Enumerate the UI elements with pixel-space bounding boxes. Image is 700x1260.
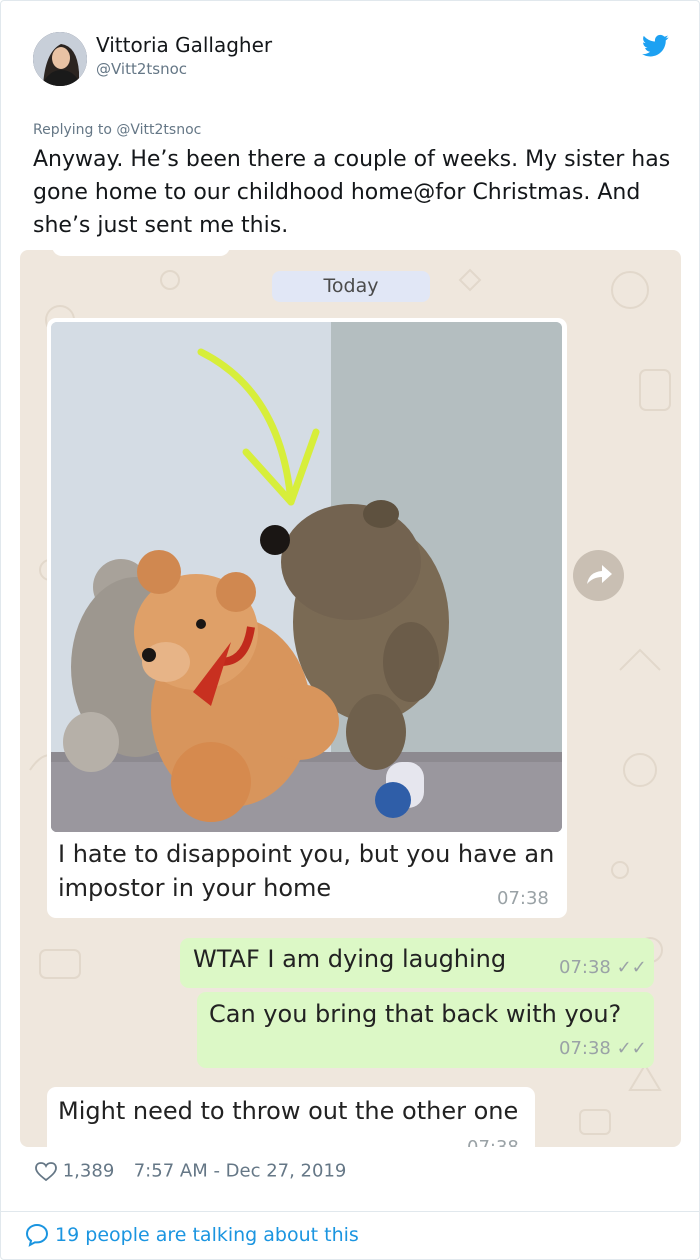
divider (1, 1211, 699, 1212)
message-text: Can you bring that back with you? (209, 1000, 622, 1028)
message-time: 07:38 ✓✓ (559, 957, 647, 978)
tweet-text: Anyway. He’s been there a couple of week… (33, 147, 671, 238)
message-text: I hate to disappoint you, but you have a… (58, 840, 555, 902)
author-name[interactable]: Vittoria Gallagher (96, 33, 272, 57)
incoming-message[interactable]: Might need to throw out the other one 07… (47, 1087, 535, 1147)
conversation-link[interactable]: 19 people are talking about this (25, 1223, 359, 1247)
embedded-tweet: Vittoria Gallagher @Vitt2tsnoc Replying … (0, 0, 700, 1260)
incoming-image-message[interactable]: I hate to disappoint you, but you have a… (47, 318, 567, 918)
message-time: 07:38 (497, 888, 549, 909)
talking-text: 19 people are talking about this (55, 1224, 359, 1246)
teddy-bears-photo[interactable] (51, 322, 562, 832)
day-separator: Today (272, 271, 430, 302)
forward-button[interactable] (573, 550, 624, 601)
comment-bubble-icon (25, 1223, 49, 1247)
like-count[interactable]: 1,389 (63, 1161, 115, 1182)
avatar[interactable] (33, 32, 87, 86)
twitter-bird-icon[interactable] (642, 34, 669, 58)
outgoing-message[interactable]: WTAF I am dying laughing 07:38 ✓✓ (180, 938, 654, 988)
message-time: 07:38 ✓✓ (559, 1038, 647, 1059)
tweet-meta: 1,389 7:57 AM - Dec 27, 2019 (35, 1160, 346, 1182)
author-handle[interactable]: @Vitt2tsnoc (96, 60, 187, 78)
previous-message-bubble (52, 250, 230, 256)
heart-icon (35, 1161, 57, 1181)
message-text: WTAF I am dying laughing (193, 945, 507, 973)
outgoing-message[interactable]: Can you bring that back with you? 07:38 … (197, 992, 654, 1068)
forward-arrow-icon (587, 565, 612, 584)
message-time: 07:38 (467, 1137, 519, 1147)
tweet-timestamp[interactable]: 7:57 AM - Dec 27, 2019 (134, 1161, 347, 1182)
message-text: Might need to throw out the other one (58, 1097, 519, 1125)
like-button[interactable] (35, 1161, 63, 1182)
replying-to[interactable]: Replying to @Vitt2tsnoc (33, 122, 201, 138)
chat-screenshot: Today I hate to disappoint you, but you … (20, 250, 681, 1147)
